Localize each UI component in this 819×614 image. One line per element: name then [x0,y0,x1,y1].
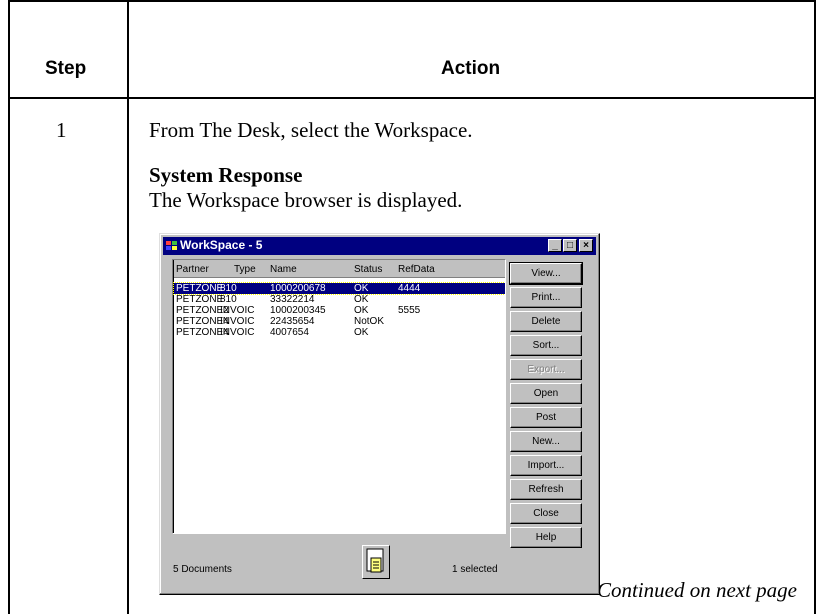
cell-type: INVOIC [220,316,255,327]
open-button[interactable]: Open [510,383,582,404]
column-name[interactable]: Name [270,264,297,275]
cell-name: 1000200678 [270,283,326,294]
cell-status: OK [354,294,369,305]
sort-button[interactable]: Sort... [510,335,582,356]
cell-status: OK [354,327,369,338]
step-number: 1 [56,118,67,142]
column-partner[interactable]: Partner [176,264,209,275]
cell-status: OK [354,283,369,294]
help-button[interactable]: Help [510,527,582,548]
column-type[interactable]: Type [234,264,256,275]
table-top-border [8,0,816,2]
response-text: The Workspace browser is displayed. [149,188,463,212]
cell-type: 810 [220,283,237,294]
list-item[interactable]: PETZONE 810 1000200678 OK 4444 [173,282,505,295]
import-button[interactable]: Import... [510,455,582,476]
view-button[interactable]: View... [509,262,583,285]
instruction-text: From The Desk, select the Workspace. [149,118,473,142]
response-heading: System Response [149,163,303,187]
cell-type: INVOIC [220,327,255,338]
cell-status: OK [354,305,369,316]
document-count: 5 Documents [173,564,232,575]
column-divider [127,0,129,614]
cell-partner: PETZONE [176,294,224,305]
list-item[interactable]: PETZONE 810 33322214 OK [174,294,505,305]
cell-name: 1000200345 [270,305,326,316]
list-rows: PETZONE 810 1000200678 OK 4444 PETZONE 810 3332… [173,282,505,338]
minimize-icon[interactable]: _ [548,239,562,252]
cell-name: 33322214 [270,294,315,305]
close-icon[interactable]: × [579,239,593,252]
column-status[interactable]: Status [354,264,382,275]
document-glyph [366,548,384,573]
workspace-app-icon [166,241,177,250]
refresh-button[interactable]: Refresh [510,479,582,500]
action-column-header: Action [441,58,501,79]
delete-button[interactable]: Delete [510,311,582,332]
print-button[interactable]: Print... [510,287,582,308]
post-button[interactable]: Post [510,407,582,428]
column-refdata[interactable]: RefData [398,264,435,275]
window-titlebar[interactable]: WorkSpace - 5 _ □ × [163,237,596,255]
cell-type: 810 [220,294,237,305]
document-list[interactable]: Partner Type Name Status RefData PETZONE… [172,259,506,534]
workspace-window: WorkSpace - 5 _ □ × Partner Type Name St… [159,233,600,595]
continued-note: Continued on next page [596,578,797,602]
document-icon[interactable] [362,545,390,579]
cell-partner: PETZONE [176,283,224,294]
list-item[interactable]: PETZONE4 INVOIC 4007654 OK [174,327,505,338]
step-column-header: Step [45,58,87,79]
export-button[interactable]: Export... [510,359,582,380]
cell-refdata: 5555 [398,305,421,316]
list-column-headers: Partner Type Name Status RefData [174,260,505,278]
list-item[interactable]: PETZONE4 INVOIC 22435654 NotOK [174,316,505,327]
cell-refdata: 4444 [398,283,421,294]
cell-type: INVOIC [220,305,255,316]
selection-count: 1 selected [452,564,498,575]
cell-name: 22435654 [270,316,315,327]
list-item[interactable]: PETZONE2 INVOIC 1000200345 OK 5555 [174,305,505,316]
header-divider [8,97,816,99]
window-title: WorkSpace - 5 [180,238,263,252]
new-button[interactable]: New... [510,431,582,452]
cell-name: 4007654 [270,327,309,338]
close-button[interactable]: Close [510,503,582,524]
cell-status: NotOK [354,316,385,327]
maximize-icon[interactable]: □ [563,239,577,252]
